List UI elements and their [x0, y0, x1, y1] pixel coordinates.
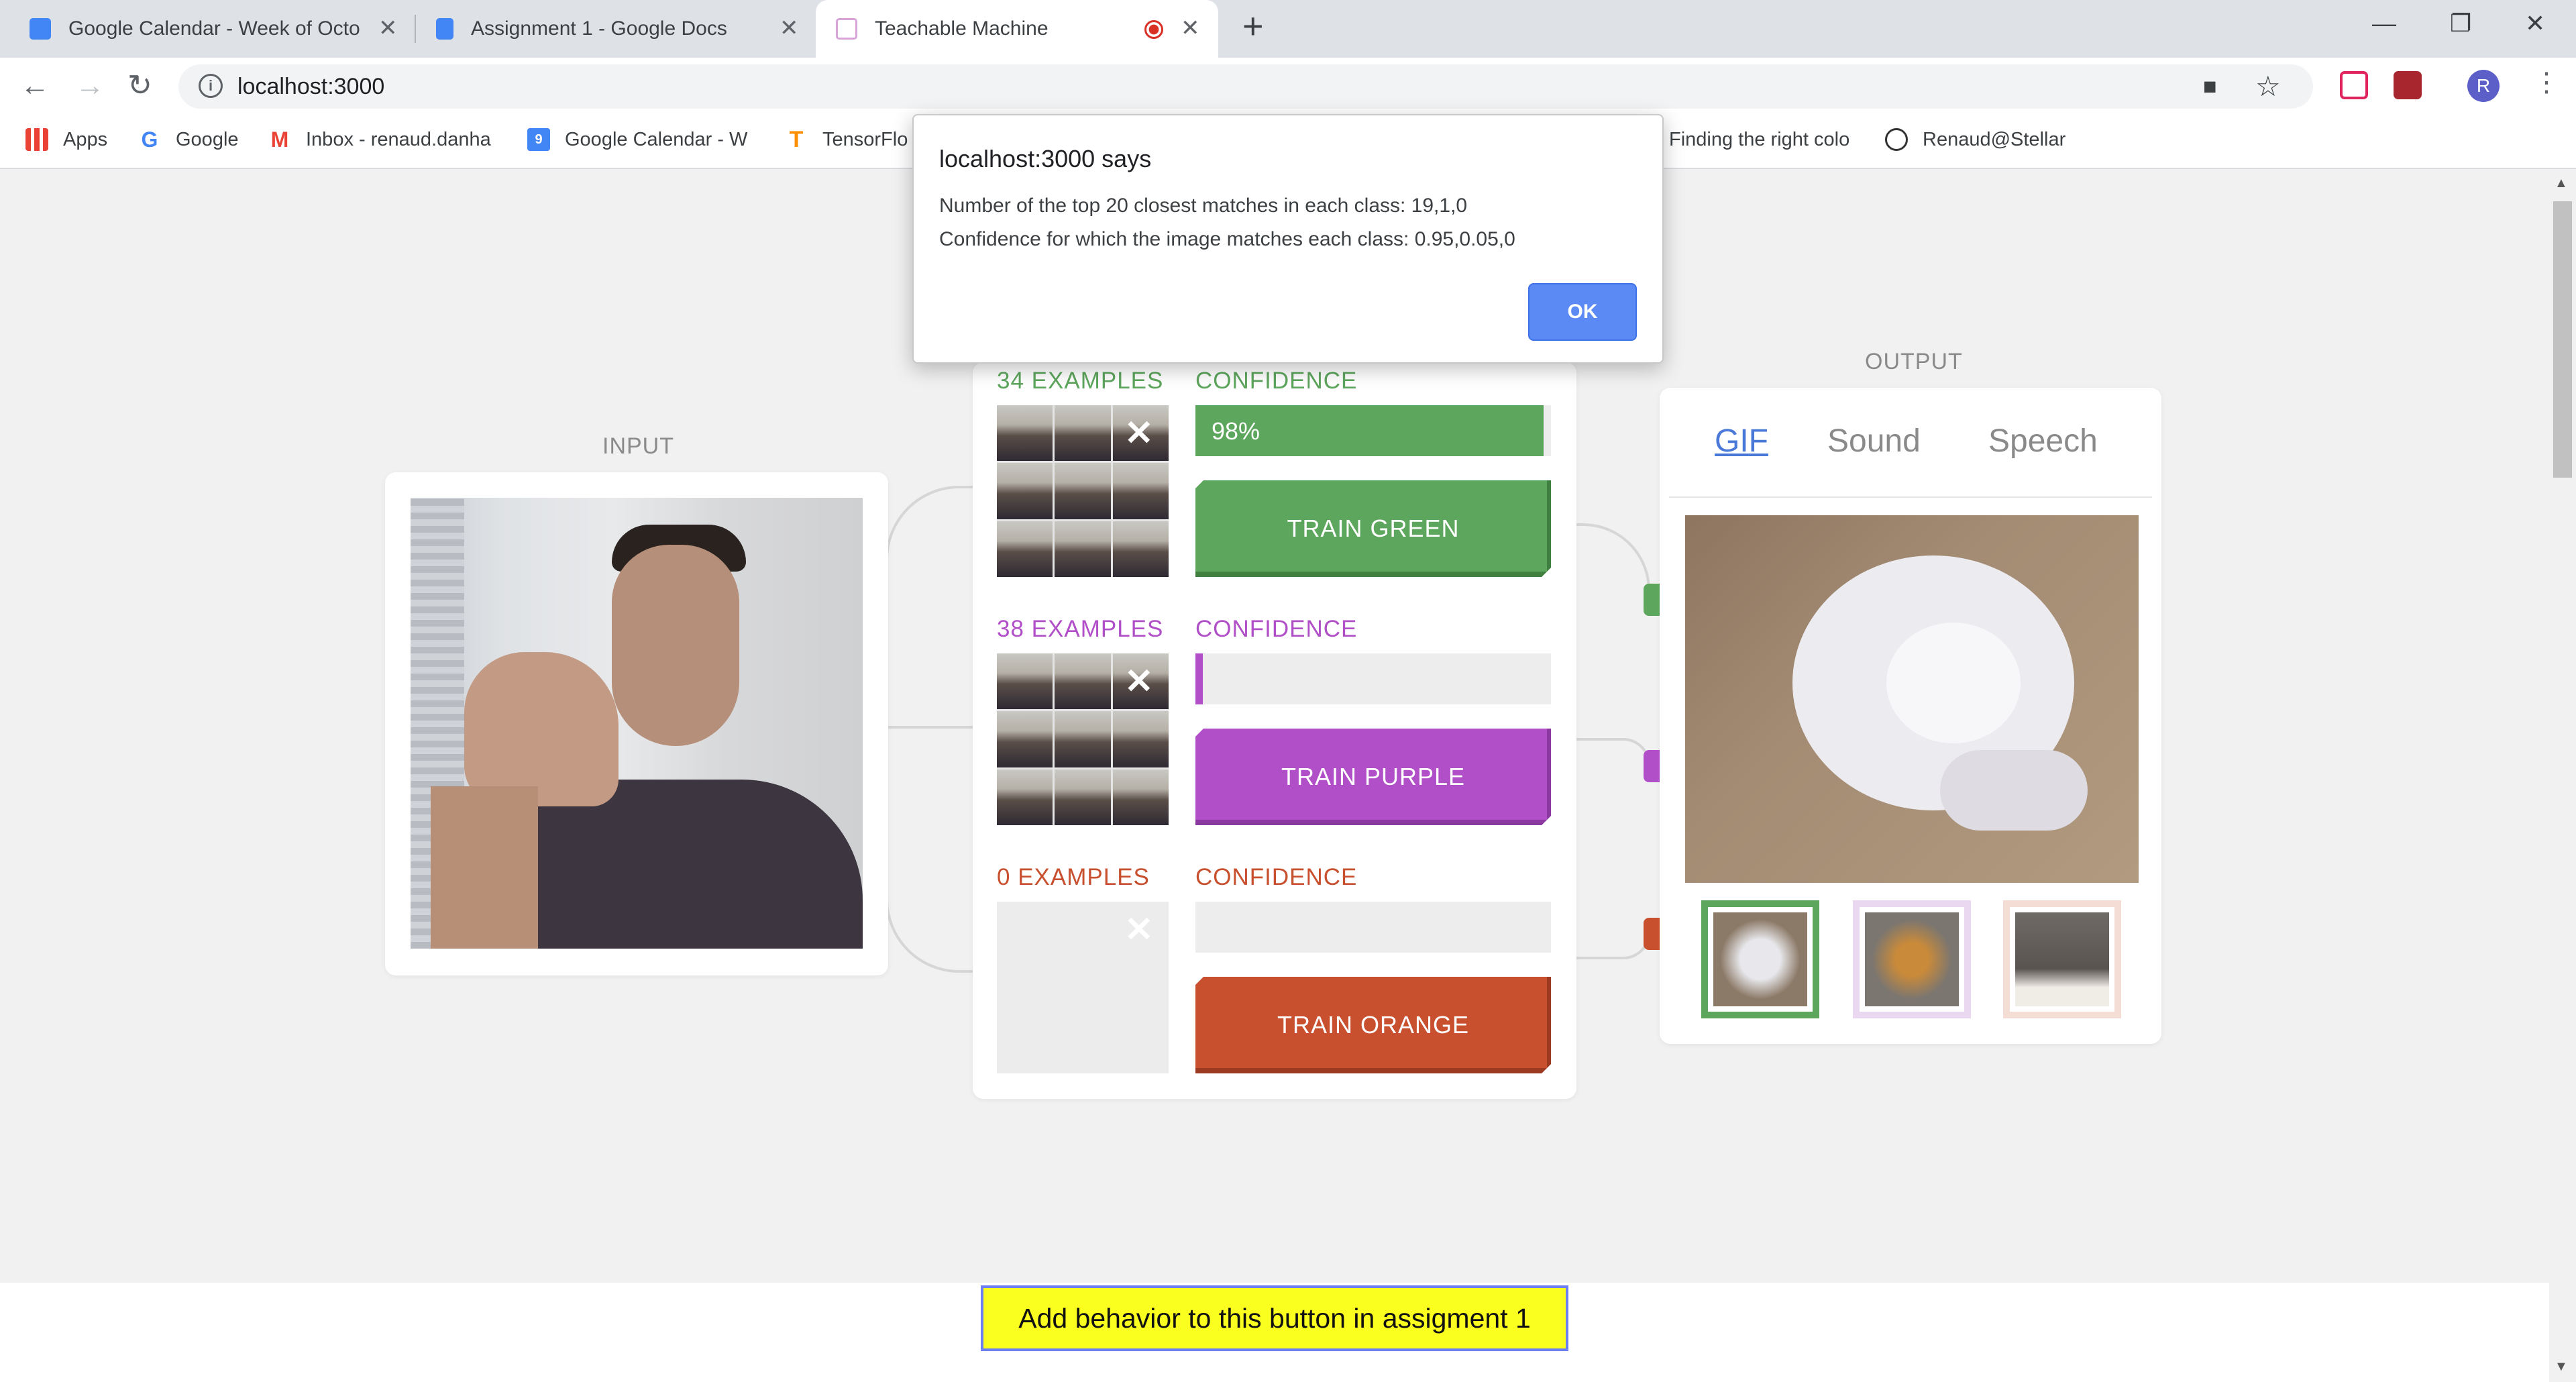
- bookmark-stellar[interactable]: Renaud@Stellar: [1885, 125, 2065, 154]
- tab-separator: [415, 15, 416, 43]
- bookmark-label: Google Calendar - W: [565, 128, 748, 150]
- tab-speech[interactable]: Speech: [1988, 423, 2098, 460]
- google-docs-icon: [436, 18, 453, 40]
- bookmark-label: Finding the right colo: [1669, 128, 1850, 150]
- tab-google-docs[interactable]: Assignment 1 - Google Docs ✕: [432, 0, 808, 58]
- bookmark-label: Inbox - renaud.danha: [306, 128, 491, 150]
- kitten-paw: [1940, 750, 2088, 831]
- gif-preview: [1685, 515, 2139, 883]
- minimize-icon[interactable]: —: [2372, 9, 2396, 38]
- new-tab-icon[interactable]: +: [1242, 5, 1264, 47]
- bookmark-label: Renaud@Stellar: [1923, 128, 2066, 150]
- wire-input-orange: [885, 727, 973, 973]
- purple-examples-count: 38 EXAMPLES: [997, 616, 1164, 642]
- assignment-button[interactable]: Add behavior to this button in assigment…: [981, 1285, 1568, 1351]
- tab-sound[interactable]: Sound: [1827, 423, 1921, 460]
- stellar-icon: [1885, 128, 1908, 151]
- orange-examples-count: 0 EXAMPLES: [997, 864, 1150, 890]
- train-green-button[interactable]: TRAIN GREEN: [1195, 480, 1551, 577]
- mendeley-extension-icon[interactable]: [2394, 71, 2422, 99]
- google-calendar-icon: [30, 18, 51, 40]
- restore-icon[interactable]: ❐: [2450, 9, 2471, 38]
- tensorflow-icon: T: [789, 126, 804, 152]
- url-text: localhost:3000: [237, 74, 385, 99]
- orange-confidence-bar: [1195, 902, 1551, 953]
- bookmark-inbox[interactable]: M Inbox - renaud.danha: [268, 125, 491, 154]
- tab-teachable-machine[interactable]: Teachable Machine ✕: [816, 0, 1218, 58]
- tab-title: Assignment 1 - Google Docs: [471, 17, 727, 40]
- orange-output-port: [1644, 918, 1660, 950]
- clear-purple-examples-icon[interactable]: ✕: [1124, 664, 1154, 699]
- purple-confidence-label: CONFIDENCE: [1195, 616, 1358, 642]
- dialog-title: localhost:3000 says: [939, 145, 1152, 172]
- tab-google-calendar[interactable]: Google Calendar - Week of Octo ✕: [30, 0, 405, 58]
- close-icon[interactable]: ✕: [378, 15, 398, 42]
- clear-orange-examples-icon[interactable]: ✕: [1124, 912, 1154, 947]
- address-bar[interactable]: i localhost:3000 ■ ☆: [178, 64, 2313, 109]
- tabs-divider: [1669, 496, 2152, 498]
- green-confidence-value: 98%: [1212, 417, 1260, 445]
- bookmark-label: Google: [176, 128, 239, 150]
- purple-gif-thumbnail[interactable]: [1853, 900, 1971, 1018]
- purple-confidence-bar: [1195, 653, 1551, 704]
- dialog-message-line-1: Number of the top 20 closest matches in …: [939, 195, 1468, 217]
- purple-output-port: [1644, 750, 1660, 782]
- green-examples-count: 34 EXAMPLES: [997, 368, 1164, 394]
- scroll-down-icon[interactable]: ▼: [2555, 1359, 2568, 1375]
- menu-kebab-icon[interactable]: ⋮: [2533, 67, 2560, 98]
- forearm: [431, 786, 538, 949]
- green-confidence-label: CONFIDENCE: [1195, 368, 1358, 394]
- back-icon[interactable]: ←: [20, 67, 50, 105]
- info-icon[interactable]: i: [199, 74, 223, 98]
- google-icon: G: [141, 127, 158, 152]
- raised-fist: [464, 652, 619, 806]
- orange-gif-thumbnail[interactable]: [2003, 900, 2121, 1018]
- bookmark-apps[interactable]: Apps: [25, 125, 107, 154]
- purple-confidence-fill: [1195, 653, 1203, 704]
- bookmark-label: TensorFlo: [822, 128, 908, 150]
- dialog-ok-button[interactable]: OK: [1528, 283, 1637, 341]
- train-purple-button[interactable]: TRAIN PURPLE: [1195, 729, 1551, 825]
- bookmark-finding-color[interactable]: Finding the right colo: [1669, 125, 1849, 154]
- bookmark-google-calendar[interactable]: 9 Google Calendar - W: [527, 125, 747, 154]
- green-confidence-bar: 98%: [1195, 405, 1551, 456]
- camera-icon[interactable]: ■: [2203, 74, 2217, 100]
- wire-input-purple: [885, 726, 973, 729]
- scrollbar-thumb[interactable]: [2553, 201, 2572, 478]
- kitten-head: [1886, 623, 2021, 743]
- calendar-icon: 9: [527, 128, 550, 151]
- pocket-extension-icon[interactable]: [2340, 71, 2368, 99]
- close-icon[interactable]: ✕: [1181, 15, 1200, 42]
- scroll-up-icon[interactable]: ▲: [2555, 176, 2568, 191]
- bookmark-star-icon[interactable]: ☆: [2255, 70, 2281, 103]
- orange-confidence-label: CONFIDENCE: [1195, 864, 1358, 890]
- bookmark-tensorflow[interactable]: T TensorFlo: [785, 125, 908, 154]
- input-label: INPUT: [602, 433, 674, 459]
- wire-input-green: [885, 486, 973, 727]
- recording-icon: [1144, 20, 1163, 39]
- close-icon[interactable]: ✕: [780, 15, 799, 42]
- reload-icon[interactable]: ↻: [127, 67, 152, 105]
- teachable-machine-icon: [836, 18, 857, 40]
- person-face: [612, 545, 739, 746]
- forward-icon[interactable]: →: [75, 67, 105, 105]
- train-orange-button[interactable]: TRAIN ORANGE: [1195, 977, 1551, 1073]
- window-close-icon[interactable]: ✕: [2525, 9, 2545, 38]
- gmail-icon: M: [270, 127, 289, 152]
- apps-grid-icon: [25, 128, 48, 151]
- green-output-port: [1644, 584, 1660, 616]
- tab-gif[interactable]: GIF: [1715, 423, 1768, 460]
- dialog-message-line-2: Confidence for which the image matches e…: [939, 228, 1515, 250]
- webcam-feed: [411, 498, 863, 949]
- green-gif-thumbnail[interactable]: [1701, 900, 1819, 1018]
- clear-green-examples-icon[interactable]: ✕: [1124, 416, 1154, 451]
- bookmark-label: Apps: [63, 128, 108, 150]
- tab-title: Teachable Machine: [875, 17, 1049, 40]
- tab-title: Google Calendar - Week of Octo: [68, 17, 360, 40]
- profile-avatar[interactable]: R: [2467, 70, 2500, 102]
- output-label: OUTPUT: [1865, 349, 1963, 374]
- bookmark-google[interactable]: G Google: [138, 125, 239, 154]
